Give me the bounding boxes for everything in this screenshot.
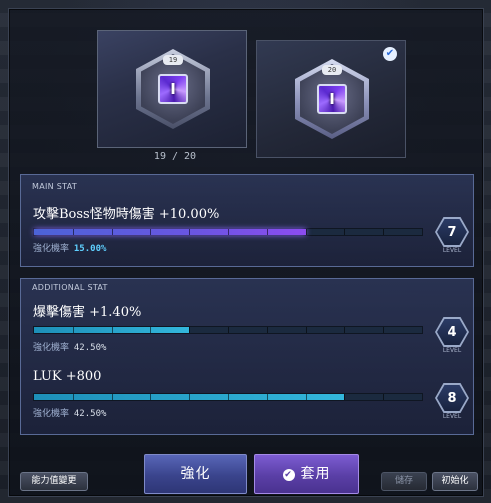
progress-segment-divider [228,394,229,400]
current-gem-slot[interactable]: 19 I [97,30,247,148]
reset-button[interactable]: 初始化 [432,472,478,491]
progress-segment-divider [189,229,191,235]
progress-segment-divider [228,327,229,333]
progress-segment-divider [72,229,74,235]
additional-stat-name: 爆擊傷害 +1.40% [33,305,142,320]
progress-segment-divider [150,327,152,333]
additional-stat-name: LUK +800 [33,369,102,384]
progress-segment-divider [111,394,113,400]
progress-segment-divider [72,327,74,333]
progress-segment-divider [305,229,307,235]
additional-stat-box: ADDITIONAL STAT 爆擊傷害 +1.40% 強化機率 42.50% … [20,278,474,435]
progress-segment-divider [266,229,268,235]
chance-label: 強化機率 [33,409,70,419]
progress-segment-divider [344,327,346,333]
progress-segment-divider [305,327,307,333]
change-ability-button[interactable]: 能力值變更 [20,472,88,491]
progress-segment-divider [383,229,385,235]
progress-segment-divider [266,394,268,400]
progress-segment-divider [344,394,346,400]
apply-button-label: 套用 [300,466,331,482]
main-stat-label: MAIN STAT [32,182,78,191]
main-stat-progress-bar [33,228,423,236]
save-button[interactable]: 儲存 [381,472,427,491]
additional-stat-chance: 強化機率 42.50% [33,340,106,353]
progress-segment-divider [111,327,113,333]
main-stat-level-badge: 7 LEVEL [435,217,469,254]
progress-segment-divider [266,327,268,333]
additional-stat-level-badge: 4 LEVEL [435,317,469,354]
main-stat-progress-fill [34,229,306,235]
progress-segment-divider [150,229,152,235]
chance-value: 42.50% [73,343,107,353]
current-gem-frame: 19 I [136,49,210,129]
chance-value: 15.00% [73,244,107,254]
progress-segment-divider [111,229,113,235]
purple-gem-icon: I [158,74,188,104]
main-stat-name: 攻擊Boss怪物時傷害 +10.00% [33,207,220,222]
level-caption: LEVEL [442,413,462,420]
next-gem-slot[interactable]: ✔ 20 I [256,40,406,158]
progress-segment-divider [72,394,74,400]
additional-stat-level-badge: 8 LEVEL [435,383,469,420]
chance-value: 42.50% [73,409,107,419]
check-icon: ✔ [282,469,295,481]
main-stat-chance: 強化機率 15.00% [33,241,106,254]
check-icon: ✔ [383,47,397,61]
chance-label: 強化機率 [33,343,70,353]
progress-segment-divider [383,327,385,333]
chance-label: 強化機率 [33,244,70,254]
additional-stat-label: ADDITIONAL STAT [32,283,108,292]
progress-segment-divider [189,394,191,400]
progress-segment-divider [383,394,385,400]
apply-button[interactable]: ✔ 套用 [254,454,359,494]
main-stat-box: MAIN STAT 攻擊Boss怪物時傷害 +10.00% 強化機率 15.00… [20,174,474,267]
next-gem-frame: 20 I [295,59,369,139]
additional-stat-progress-bar [33,393,423,401]
additional-stat-chance: 強化機率 42.50% [33,406,106,419]
progress-segment-divider [228,229,229,235]
additional-stat-progress-bar [33,326,423,334]
enhance-count: 19 / 20 [153,151,197,162]
progress-segment-divider [150,394,152,400]
current-gem-level-tag: 19 [163,55,183,65]
next-gem-level-tag: 20 [322,65,342,75]
progress-segment-divider [189,327,191,333]
progress-segment-divider [305,394,307,400]
enhance-button[interactable]: 強化 [144,454,247,494]
level-caption: LEVEL [442,347,462,354]
purple-gem-icon: I [317,84,347,114]
progress-segment-divider [344,229,346,235]
level-caption: LEVEL [442,247,462,254]
